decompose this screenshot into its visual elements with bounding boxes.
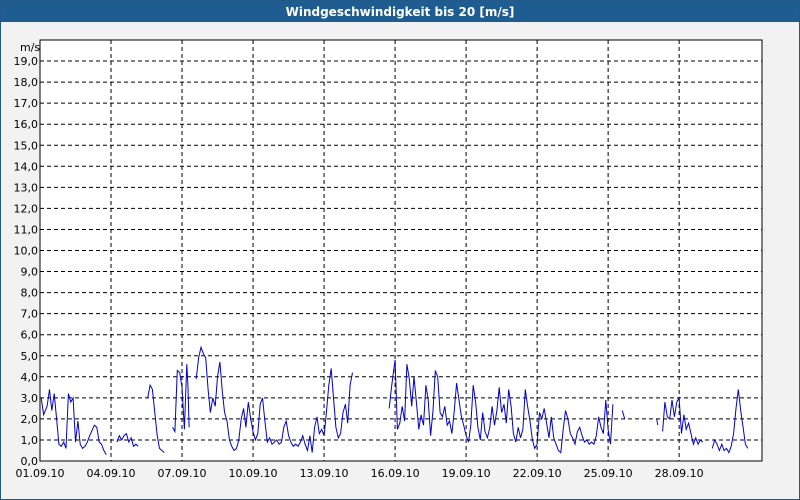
y-tick-label: 2,0 [21,413,39,426]
y-tick-label: 4,0 [21,371,39,384]
x-tick-label: 04.09.10 [87,467,136,480]
x-tick-label: 28.09.10 [655,467,704,480]
y-tick-label: 3,0 [21,392,39,405]
y-tick-label: 1,0 [21,434,39,447]
x-tick-label: 10.09.10 [229,467,278,480]
y-tick-label: 13,0 [14,181,39,194]
y-tick-label: 19,0 [14,55,39,68]
y-tick-label: 6,0 [21,329,39,342]
x-tick-label: 16.09.10 [371,467,420,480]
y-tick-label: 10,0 [14,245,39,258]
y-tick-label: 11,0 [14,223,39,236]
wind-speed-chart: m/s 0,01,02,03,04,05,06,07,08,09,010,011… [14,39,763,480]
y-tick-label: 16,0 [14,118,39,131]
y-tick-label: 7,0 [21,308,39,321]
y-tick-label: 18,0 [14,76,39,89]
x-tick-label: 22.09.10 [513,467,562,480]
y-tick-label: 12,0 [14,202,39,215]
x-tick-label: 01.09.10 [16,467,65,480]
x-tick-label: 25.09.10 [584,467,633,480]
y-axis-unit-label: m/s [20,41,40,54]
x-tick-label: 07.09.10 [158,467,207,480]
y-tick-label: 17,0 [14,97,39,110]
y-tick-label: 14,0 [14,160,39,173]
chart-window: Windgeschwindigkeit bis 20 [m/s] m/s 0,0… [0,0,800,500]
x-tick-label: 13.09.10 [300,467,349,480]
y-tick-label: 5,0 [21,350,39,363]
x-tick-label: 19.09.10 [442,467,491,480]
y-tick-label: 8,0 [21,287,39,300]
y-tick-label: 15,0 [14,139,39,152]
y-tick-label: 9,0 [21,266,39,279]
